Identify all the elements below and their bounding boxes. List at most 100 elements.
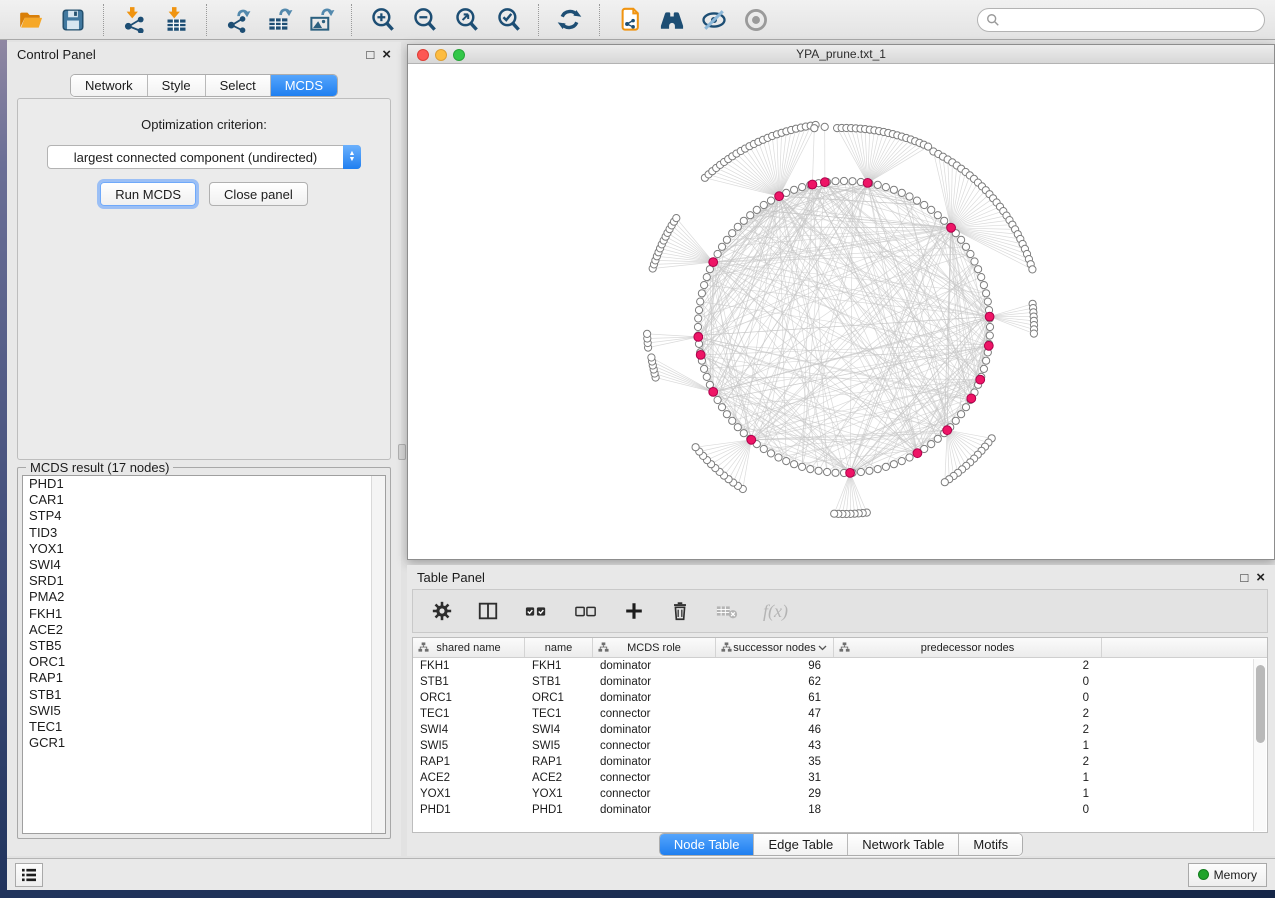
table-row[interactable]: PHD1PHD1dominator180 [413,802,1267,818]
column-header-successor-nodes[interactable]: successor nodes [716,638,834,657]
table-row[interactable]: SWI5SWI5connector431 [413,738,1267,754]
first-neighbors-button[interactable] [657,5,687,35]
table-row[interactable]: ACE2ACE2connector311 [413,770,1267,786]
import-network-button[interactable] [119,5,149,35]
table-row[interactable]: STB1STB1dominator620 [413,674,1267,690]
network-canvas[interactable] [408,64,1274,559]
zoom-in-button[interactable] [367,5,397,35]
column-header-name[interactable]: name [525,638,593,657]
mcds-tab-content: Optimization criterion: largest connecte… [17,98,391,460]
cell-predecessor-nodes: 2 [834,658,1102,674]
table-tab-node-table[interactable]: Node Table [660,834,755,855]
table-tab-network-table[interactable]: Network Table [848,834,959,855]
minimize-window-icon[interactable] [435,49,447,61]
toolbar-separator [351,4,352,36]
hide-details-button[interactable] [699,5,729,35]
float-panel-button[interactable]: □ [366,48,374,61]
network-from-selection-button[interactable] [615,5,645,35]
export-network-button[interactable] [222,5,252,35]
mcds-node-item[interactable]: ORC1 [23,654,385,670]
mcds-node-item[interactable]: ACE2 [23,622,385,638]
memory-button[interactable]: Memory [1188,863,1267,887]
tab-mcds[interactable]: MCDS [271,75,337,96]
toolbar-separator [538,4,539,36]
export-image-button[interactable] [306,5,336,35]
sort-desc-icon [818,645,827,651]
gear-icon[interactable] [431,600,453,622]
column-header-shared-name[interactable]: shared name [413,638,525,657]
cell-shared-name: SWI5 [413,738,525,754]
mcds-node-item[interactable]: STB1 [23,687,385,703]
table-row[interactable]: ORC1ORC1dominator610 [413,690,1267,706]
task-history-button[interactable] [15,863,43,887]
table-row[interactable]: SWI4SWI4dominator462 [413,722,1267,738]
table-tab-motifs[interactable]: Motifs [959,834,1022,855]
tab-style[interactable]: Style [148,75,206,96]
close-window-icon[interactable] [417,49,429,61]
mcds-node-item[interactable]: GCR1 [23,735,385,751]
mcds-node-item[interactable]: STP4 [23,508,385,524]
mcds-node-item[interactable]: YOX1 [23,541,385,557]
column-header-predecessor-nodes[interactable]: predecessor nodes [834,638,1102,657]
import-table-button[interactable] [161,5,191,35]
zoom-out-icon [411,6,438,33]
mcds-node-item[interactable]: SRD1 [23,573,385,589]
open-file-button[interactable] [16,5,46,35]
document-network-icon [617,6,644,33]
save-session-button[interactable] [58,5,88,35]
table-row[interactable]: YOX1YOX1connector291 [413,786,1267,802]
zoom-selected-button[interactable] [493,5,523,35]
mcds-list-scrollbar[interactable] [371,476,385,833]
mcds-node-item[interactable]: SWI4 [23,557,385,573]
mcds-node-item[interactable]: TEC1 [23,719,385,735]
node-table[interactable]: shared namenameMCDS rolesuccessor nodesp… [412,637,1268,833]
table-scrollbar[interactable] [1253,659,1266,831]
cell-name: TEC1 [525,706,593,722]
zoom-window-icon[interactable] [453,49,465,61]
export-table-button[interactable] [264,5,294,35]
mcds-node-item[interactable]: CAR1 [23,492,385,508]
zoom-out-button[interactable] [409,5,439,35]
show-details-button[interactable] [741,5,771,35]
tab-network[interactable]: Network [71,75,148,96]
float-table-panel-button[interactable]: □ [1240,571,1248,584]
search-input[interactable] [1000,13,1256,27]
search-field[interactable] [977,8,1265,32]
close-table-panel-button[interactable]: × [1256,570,1265,585]
mcds-node-item[interactable]: PHD1 [23,476,385,492]
tab-select[interactable]: Select [206,75,271,96]
select-all-icon[interactable] [523,600,549,622]
cell-successor-nodes: 62 [716,674,834,690]
deselect-all-icon[interactable] [573,600,599,622]
mcds-node-item[interactable]: PMA2 [23,589,385,605]
column-header-MCDS-role[interactable]: MCDS role [593,638,716,657]
mcds-result-list[interactable]: PHD1CAR1STP4TID3YOX1SWI4SRD1PMA2FKH1ACE2… [22,475,386,834]
close-panel-button-mcds[interactable]: Close panel [209,182,308,206]
cell-successor-nodes: 61 [716,690,834,706]
mcds-node-item[interactable]: TID3 [23,525,385,541]
zoom-fit-button[interactable] [451,5,481,35]
table-tab-edge-table[interactable]: Edge Table [754,834,848,855]
optimization-criterion-select[interactable]: largest connected component (undirected)… [47,145,361,169]
run-mcds-button[interactable]: Run MCDS [100,182,196,206]
mcds-node-item[interactable]: SWI5 [23,703,385,719]
delete-column-icon[interactable] [669,600,691,622]
splitter-handle[interactable] [398,444,406,460]
network-graph[interactable] [408,64,1274,559]
table-scrollbar-thumb[interactable] [1256,665,1265,743]
network-window-titlebar[interactable]: YPA_prune.txt_1 [408,45,1274,64]
table-row[interactable]: FKH1FKH1dominator962 [413,658,1267,674]
toolbar-separator [103,4,104,36]
mcds-node-item[interactable]: STB5 [23,638,385,654]
cell-successor-nodes: 35 [716,754,834,770]
close-panel-button[interactable]: × [382,47,391,62]
mcds-node-item[interactable]: FKH1 [23,606,385,622]
table-row[interactable]: TEC1TEC1connector472 [413,706,1267,722]
add-column-icon[interactable] [623,600,645,622]
table-row[interactable]: RAP1RAP1dominator352 [413,754,1267,770]
mcds-node-item[interactable]: RAP1 [23,670,385,686]
cell-predecessor-nodes: 1 [834,770,1102,786]
cell-predecessor-nodes: 0 [834,674,1102,690]
column-chooser-icon[interactable] [477,600,499,622]
apply-layout-button[interactable] [554,5,584,35]
